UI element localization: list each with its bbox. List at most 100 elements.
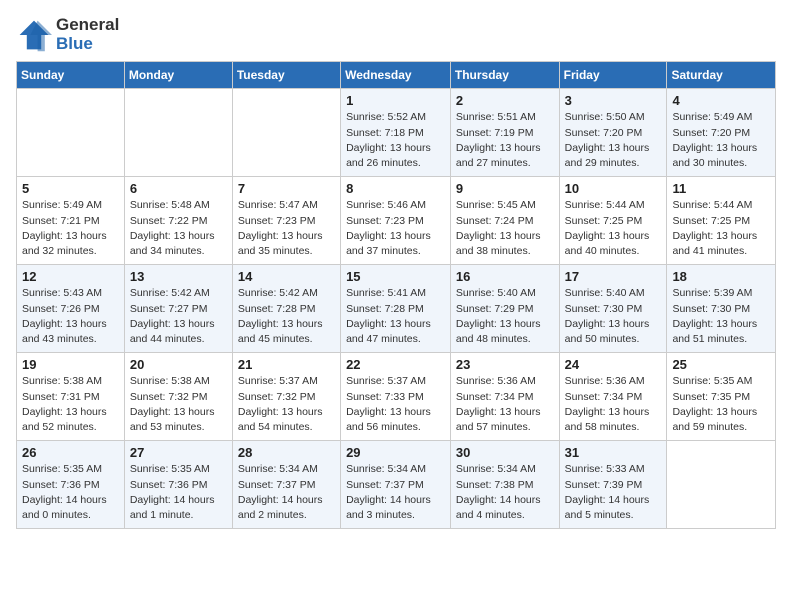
calendar-cell: 19 Sunrise: 5:38 AMSunset: 7:31 PMDayligh… (17, 353, 125, 441)
calendar-week-row: 12Sunrise: 5:43 AMSunset: 7:26 PMDayligh… (17, 265, 776, 353)
day-info: Sunrise: 5:34 AMSunset: 7:38 PMDaylight:… (456, 462, 554, 523)
day-number: 26 (22, 445, 119, 460)
weekday-header-row: SundayMondayTuesdayWednesdayThursdayFrid… (17, 62, 776, 89)
weekday-header-sunday: Sunday (17, 62, 125, 89)
calendar-cell (232, 89, 340, 177)
calendar-cell: 5 Sunrise: 5:49 AMSunset: 7:21 PMDaylight… (17, 177, 125, 265)
calendar-cell: 29Sunrise: 5:34 AMSunset: 7:37 PMDayligh… (341, 441, 451, 529)
calendar-cell: 2 Sunrise: 5:51 AMSunset: 7:19 PMDaylight… (450, 89, 559, 177)
day-number: 5 (22, 181, 119, 196)
day-number: 13 (130, 269, 227, 284)
calendar-cell: 22Sunrise: 5:37 AMSunset: 7:33 PMDayligh… (341, 353, 451, 441)
day-number: 31 (565, 445, 662, 460)
day-info: Sunrise: 5:41 AMSunset: 7:28 PMDaylight:… (346, 286, 445, 347)
weekday-header-saturday: Saturday (667, 62, 776, 89)
day-info: Sunrise: 5:33 AMSunset: 7:39 PMDaylight:… (565, 462, 662, 523)
calendar-cell: 24Sunrise: 5:36 AMSunset: 7:34 PMDayligh… (559, 353, 667, 441)
calendar-week-row: 19 Sunrise: 5:38 AMSunset: 7:31 PMDayligh… (17, 353, 776, 441)
day-info: Sunrise: 5:44 AMSunset: 7:25 PMDaylight:… (565, 198, 662, 259)
day-number: 19 (22, 357, 119, 372)
weekday-header-monday: Monday (124, 62, 232, 89)
calendar-week-row: 5 Sunrise: 5:49 AMSunset: 7:21 PMDaylight… (17, 177, 776, 265)
calendar-cell: 30 Sunrise: 5:34 AMSunset: 7:38 PMDayligh… (450, 441, 559, 529)
calendar-cell: 26 Sunrise: 5:35 AMSunset: 7:36 PMDayligh… (17, 441, 125, 529)
day-info: Sunrise: 5:51 AMSunset: 7:19 PMDaylight:… (456, 110, 554, 171)
calendar-cell: 9 Sunrise: 5:45 AMSunset: 7:24 PMDaylight… (450, 177, 559, 265)
day-info: Sunrise: 5:38 AMSunset: 7:31 PMDaylight:… (22, 374, 119, 435)
calendar-cell (17, 89, 125, 177)
day-number: 9 (456, 181, 554, 196)
day-info: Sunrise: 5:42 AMSunset: 7:27 PMDaylight:… (130, 286, 227, 347)
calendar-cell: 31 Sunrise: 5:33 AMSunset: 7:39 PMDayligh… (559, 441, 667, 529)
calendar-cell: 21 Sunrise: 5:37 AMSunset: 7:32 PMDayligh… (232, 353, 340, 441)
day-info: Sunrise: 5:36 AMSunset: 7:34 PMDaylight:… (565, 374, 662, 435)
calendar-cell: 8 Sunrise: 5:46 AMSunset: 7:23 PMDaylight… (341, 177, 451, 265)
calendar-cell: 1 Sunrise: 5:52 AMSunset: 7:18 PMDaylight… (341, 89, 451, 177)
day-number: 18 (672, 269, 770, 284)
day-info: Sunrise: 5:35 AMSunset: 7:36 PMDaylight:… (22, 462, 119, 523)
day-info: Sunrise: 5:49 AMSunset: 7:20 PMDaylight:… (672, 110, 770, 171)
logo-text: General Blue (56, 16, 119, 53)
day-number: 22 (346, 357, 445, 372)
calendar-cell: 28Sunrise: 5:34 AMSunset: 7:37 PMDayligh… (232, 441, 340, 529)
day-info: Sunrise: 5:36 AMSunset: 7:34 PMDaylight:… (456, 374, 554, 435)
day-info: Sunrise: 5:42 AMSunset: 7:28 PMDaylight:… (238, 286, 335, 347)
day-number: 8 (346, 181, 445, 196)
day-info: Sunrise: 5:45 AMSunset: 7:24 PMDaylight:… (456, 198, 554, 259)
calendar-cell: 14 Sunrise: 5:42 AMSunset: 7:28 PMDayligh… (232, 265, 340, 353)
day-info: Sunrise: 5:37 AMSunset: 7:32 PMDaylight:… (238, 374, 335, 435)
day-info: Sunrise: 5:49 AMSunset: 7:21 PMDaylight:… (22, 198, 119, 259)
calendar-cell: 25Sunrise: 5:35 AMSunset: 7:35 PMDayligh… (667, 353, 776, 441)
day-number: 12 (22, 269, 119, 284)
calendar-cell: 6 Sunrise: 5:48 AMSunset: 7:22 PMDaylight… (124, 177, 232, 265)
day-number: 25 (672, 357, 770, 372)
day-number: 21 (238, 357, 335, 372)
day-info: Sunrise: 5:39 AMSunset: 7:30 PMDaylight:… (672, 286, 770, 347)
day-info: Sunrise: 5:34 AMSunset: 7:37 PMDaylight:… (238, 462, 335, 523)
calendar-cell: 18 Sunrise: 5:39 AMSunset: 7:30 PMDayligh… (667, 265, 776, 353)
day-number: 27 (130, 445, 227, 460)
calendar-cell: 17Sunrise: 5:40 AMSunset: 7:30 PMDayligh… (559, 265, 667, 353)
day-number: 14 (238, 269, 335, 284)
day-info: Sunrise: 5:48 AMSunset: 7:22 PMDaylight:… (130, 198, 227, 259)
day-number: 3 (565, 93, 662, 108)
day-number: 6 (130, 181, 227, 196)
day-info: Sunrise: 5:35 AMSunset: 7:36 PMDaylight:… (130, 462, 227, 523)
calendar-week-row: 26 Sunrise: 5:35 AMSunset: 7:36 PMDayligh… (17, 441, 776, 529)
calendar-cell: 10 Sunrise: 5:44 AMSunset: 7:25 PMDayligh… (559, 177, 667, 265)
day-number: 30 (456, 445, 554, 460)
day-number: 10 (565, 181, 662, 196)
day-info: Sunrise: 5:44 AMSunset: 7:25 PMDaylight:… (672, 198, 770, 259)
day-number: 2 (456, 93, 554, 108)
calendar: SundayMondayTuesdayWednesdayThursdayFrid… (16, 61, 776, 529)
day-number: 11 (672, 181, 770, 196)
day-number: 1 (346, 93, 445, 108)
weekday-header-friday: Friday (559, 62, 667, 89)
day-number: 29 (346, 445, 445, 460)
calendar-cell (667, 441, 776, 529)
day-number: 7 (238, 181, 335, 196)
page-header: General Blue (16, 16, 776, 53)
calendar-cell: 11 Sunrise: 5:44 AMSunset: 7:25 PMDayligh… (667, 177, 776, 265)
weekday-header-tuesday: Tuesday (232, 62, 340, 89)
calendar-cell: 12Sunrise: 5:43 AMSunset: 7:26 PMDayligh… (17, 265, 125, 353)
day-number: 15 (346, 269, 445, 284)
calendar-cell: 16 Sunrise: 5:40 AMSunset: 7:29 PMDayligh… (450, 265, 559, 353)
calendar-cell: 3 Sunrise: 5:50 AMSunset: 7:20 PMDaylight… (559, 89, 667, 177)
day-number: 23 (456, 357, 554, 372)
calendar-cell: 15 Sunrise: 5:41 AMSunset: 7:28 PMDayligh… (341, 265, 451, 353)
calendar-cell: 20Sunrise: 5:38 AMSunset: 7:32 PMDayligh… (124, 353, 232, 441)
logo-icon (16, 17, 52, 53)
day-info: Sunrise: 5:50 AMSunset: 7:20 PMDaylight:… (565, 110, 662, 171)
day-info: Sunrise: 5:40 AMSunset: 7:30 PMDaylight:… (565, 286, 662, 347)
weekday-header-thursday: Thursday (450, 62, 559, 89)
day-info: Sunrise: 5:46 AMSunset: 7:23 PMDaylight:… (346, 198, 445, 259)
day-number: 16 (456, 269, 554, 284)
calendar-cell: 4 Sunrise: 5:49 AMSunset: 7:20 PMDaylight… (667, 89, 776, 177)
calendar-cell: 27 Sunrise: 5:35 AMSunset: 7:36 PMDayligh… (124, 441, 232, 529)
day-info: Sunrise: 5:47 AMSunset: 7:23 PMDaylight:… (238, 198, 335, 259)
day-info: Sunrise: 5:52 AMSunset: 7:18 PMDaylight:… (346, 110, 445, 171)
day-number: 4 (672, 93, 770, 108)
day-number: 20 (130, 357, 227, 372)
day-info: Sunrise: 5:40 AMSunset: 7:29 PMDaylight:… (456, 286, 554, 347)
